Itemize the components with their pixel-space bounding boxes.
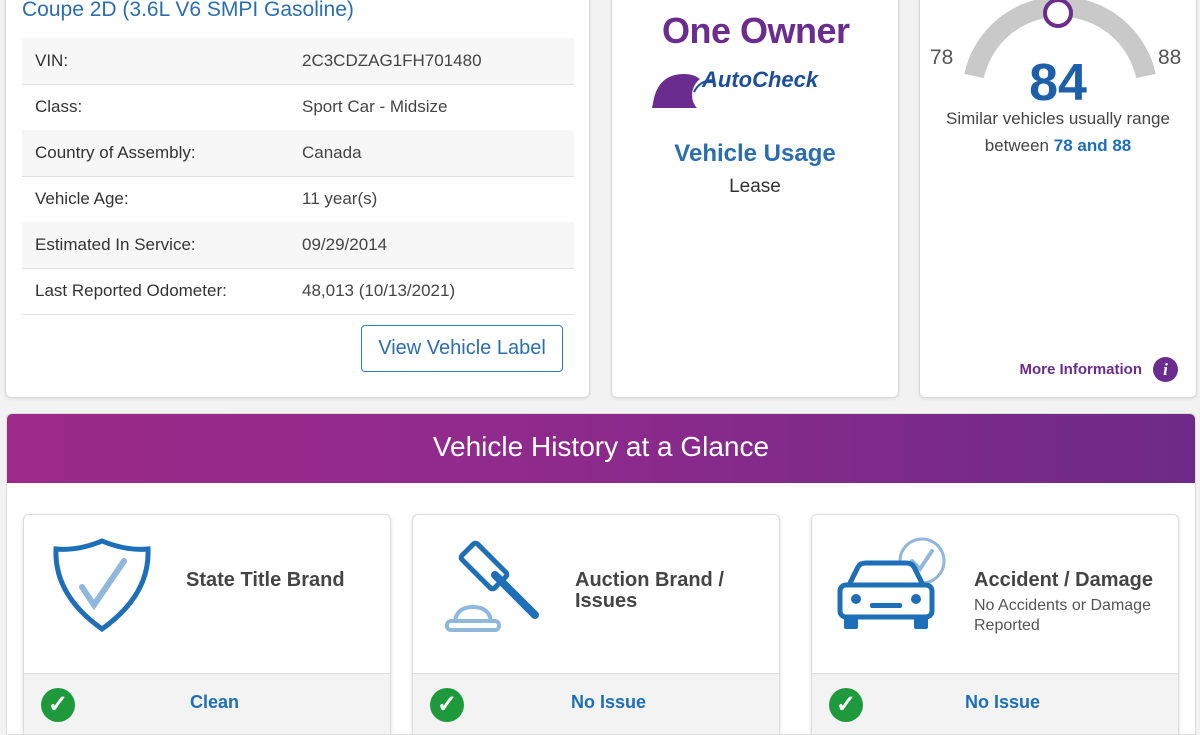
glance-card-title: Auction Brand / Issues (575, 569, 724, 612)
gavel-icon (445, 540, 539, 632)
spec-label: VIN: (35, 51, 69, 70)
vehicle-info-card: Coupe 2D (3.6L V6 SMPI Gasoline) VIN: 2C… (5, 0, 590, 398)
history-section: Vehicle History at a Glance State Title … (6, 413, 1196, 735)
spec-row-odometer: Last Reported Odometer: 48,013 (10/13/20… (22, 268, 574, 315)
spec-row-in-service: Estimated In Service: 09/29/2014 (22, 222, 574, 269)
glance-card-footer: ✓ No Issue (812, 673, 1178, 734)
glance-card-title: State Title Brand (186, 569, 345, 591)
spec-value: Canada (302, 143, 362, 162)
glance-card-footer: ✓ No Issue (413, 673, 779, 734)
score-range-between: between (984, 136, 1050, 155)
spec-value: 48,013 (10/13/2021) (302, 281, 456, 300)
autocheck-logo-text: AutoCheck (702, 67, 819, 92)
vehicle-usage-value: Lease (729, 176, 781, 197)
spec-row-vin: VIN: 2C3CDZAG1FH701480 (22, 38, 574, 85)
score-range-values: 78 and 88 (1053, 136, 1132, 155)
spec-label: Last Reported Odometer: (35, 281, 227, 300)
autocheck-score: 84 (1029, 54, 1087, 112)
status-text: Clean (190, 692, 240, 712)
glance-card-footer: ✓ Clean (24, 673, 390, 734)
spec-value: Sport Car - Midsize (302, 97, 448, 116)
green-check-icon: ✓ (829, 688, 863, 722)
car-check-icon (837, 537, 946, 629)
spec-row-class: Class: Sport Car - Midsize (22, 84, 574, 131)
green-check-icon: ✓ (430, 688, 464, 722)
green-check-icon: ✓ (41, 688, 75, 722)
glance-card-title: Accident / Damage (974, 569, 1153, 591)
glance-card-subtitle: No Accidents or Damage Reported (974, 597, 1151, 634)
autocheck-score-card: 78 88 84 Similar vehicles usually range … (919, 0, 1197, 398)
one-owner-card: One Owner AutoCheck Vehicle Usage Lease (611, 0, 899, 398)
spec-value: 09/29/2014 (302, 235, 388, 254)
spec-row-age: Vehicle Age: 11 year(s) (22, 176, 574, 223)
history-title: Vehicle History at a Glance (432, 431, 770, 462)
state-title-brand-card: State Title Brand ✓ Clean (23, 514, 391, 734)
one-owner-logo-text: One Owner (662, 10, 850, 51)
score-range-text-2: between 78 and 88 (920, 136, 1196, 156)
spec-label: Country of Assembly: (35, 143, 196, 162)
spec-row-country: Country of Assembly: Canada (22, 130, 574, 177)
score-range-text: Similar vehicles usually range (946, 109, 1170, 128)
spec-label: Class: (35, 97, 83, 116)
spec-value: 11 year(s) (302, 189, 378, 208)
gauge-marker (1043, 0, 1073, 28)
info-icon[interactable]: i (1153, 357, 1178, 382)
vehicle-subtitle: Coupe 2D (3.6L V6 SMPI Gasoline) (22, 0, 354, 21)
more-information-link[interactable]: More Information (1020, 361, 1143, 378)
spec-label: Vehicle Age: (35, 189, 129, 208)
status-text: No Issue (571, 692, 647, 712)
vehicle-usage-title: Vehicle Usage (674, 140, 836, 167)
spec-value: 2C3CDZAG1FH701480 (302, 51, 482, 70)
shield-check-icon (53, 538, 151, 633)
history-banner: Vehicle History at a Glance (7, 414, 1195, 483)
auction-brand-card: Auction Brand / Issues ✓ No Issue (412, 514, 780, 734)
view-vehicle-label-button[interactable]: View Vehicle Label (361, 325, 563, 372)
spec-label: Estimated In Service: (35, 235, 196, 254)
accident-damage-card: Accident / Damage No Accidents or Damage… (811, 514, 1179, 734)
status-text: No Issue (965, 692, 1041, 712)
